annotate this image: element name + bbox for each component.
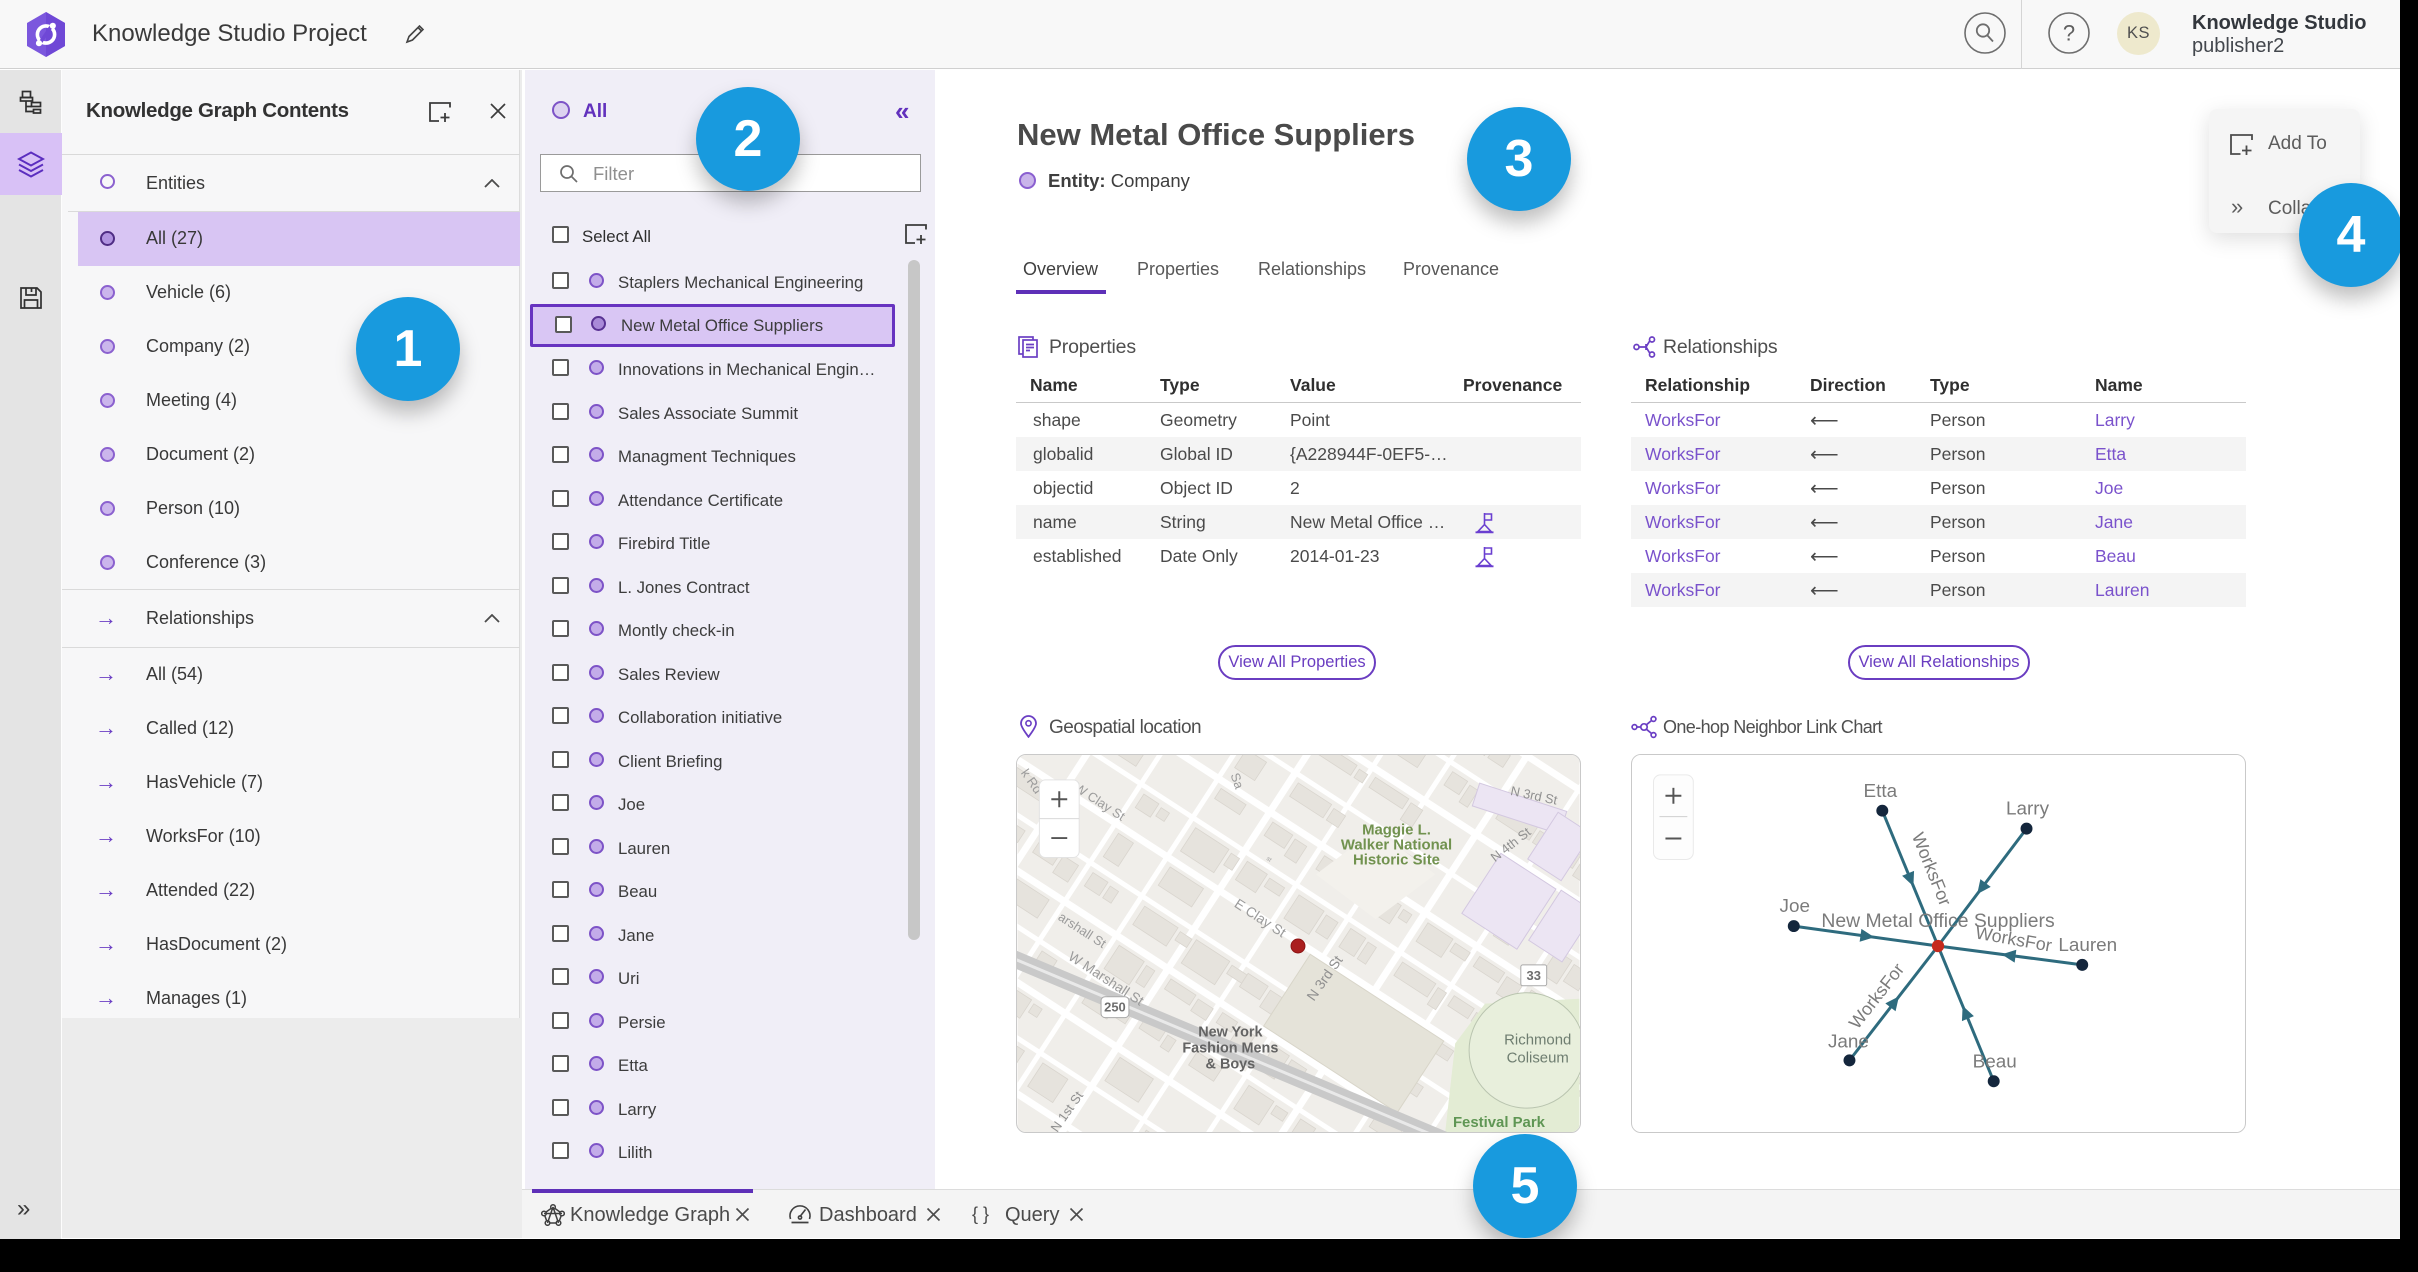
svg-text:Richmond: Richmond [1504,1031,1571,1048]
svg-text:Etta: Etta [1864,781,1898,802]
svg-text:Beau: Beau [1973,1051,2017,1072]
svg-text:Larry: Larry [2006,799,2050,820]
svg-text:Jane: Jane [1828,1031,1869,1052]
svg-text:?: ? [2063,21,2075,46]
svg-text:Festival Park: Festival Park [1453,1114,1546,1131]
svg-text:Fashion Mens: Fashion Mens [1182,1040,1278,1056]
svg-text:Coliseum: Coliseum [1507,1049,1569,1066]
svg-text:Historic Site: Historic Site [1353,851,1440,868]
svg-text:New York: New York [1198,1025,1263,1041]
svg-text:& Boys: & Boys [1206,1056,1256,1072]
svg-text:New Metal Office Suppliers: New Metal Office Suppliers [1821,910,2054,932]
svg-text:Joe: Joe [1780,896,1810,917]
svg-text:250: 250 [1104,1000,1126,1015]
svg-text:Lauren: Lauren [2058,935,2117,956]
svg-text:33: 33 [1527,968,1541,983]
